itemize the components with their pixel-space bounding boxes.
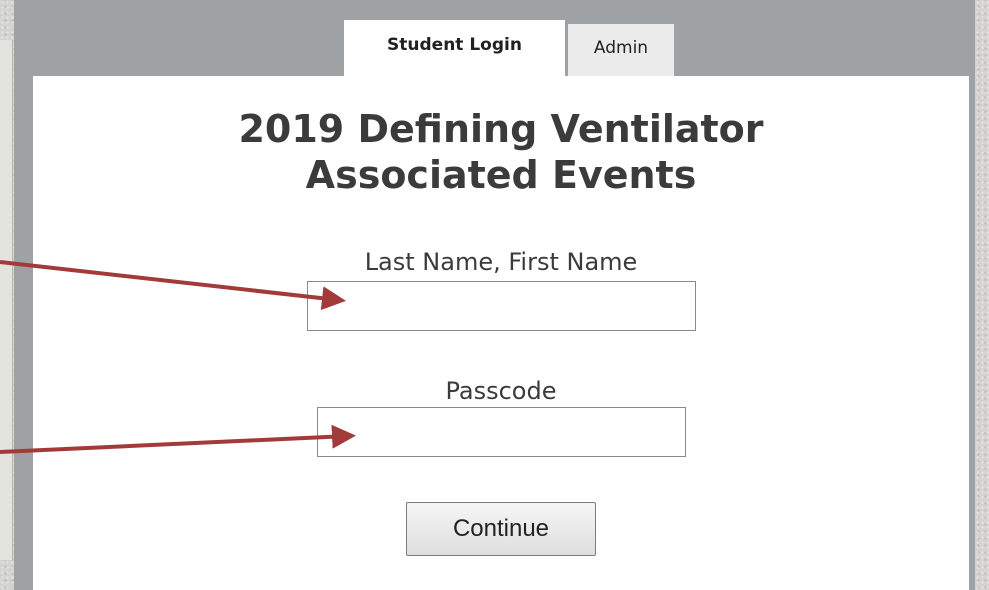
login-panel: 2019 Defining Ventilator Associated Even… bbox=[33, 76, 969, 590]
tab-admin[interactable]: Admin bbox=[568, 24, 674, 76]
background-panel-edge bbox=[0, 40, 13, 560]
passcode-field-label: Passcode bbox=[445, 377, 557, 405]
page-title: 2019 Defining Ventilator Associated Even… bbox=[33, 106, 969, 198]
name-input[interactable] bbox=[307, 281, 696, 331]
passcode-input[interactable] bbox=[317, 407, 686, 457]
title-line-1: 2019 Defining Ventilator bbox=[238, 107, 764, 151]
continue-button[interactable]: Continue bbox=[406, 502, 596, 556]
name-field-label: Last Name, First Name bbox=[364, 248, 638, 276]
tab-bar: Student Login Admin bbox=[344, 20, 674, 76]
title-line-2: Associated Events bbox=[305, 153, 697, 197]
tab-student-login[interactable]: Student Login bbox=[344, 20, 565, 76]
